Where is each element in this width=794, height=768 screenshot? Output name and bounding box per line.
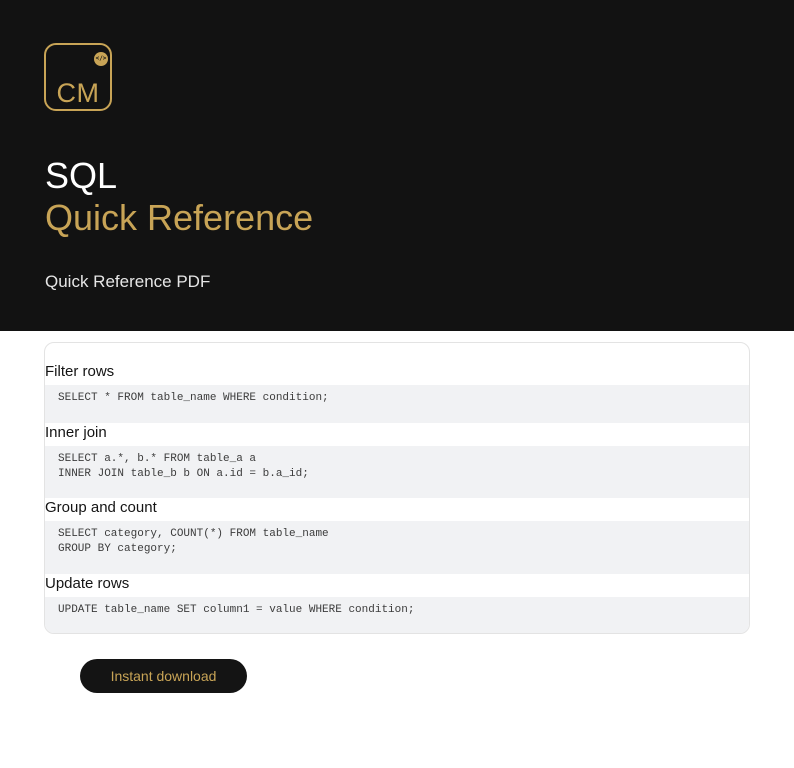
- code-block-filter: SELECT * FROM table_name WHERE condition…: [45, 385, 749, 423]
- code-line: INNER JOIN table_b b ON a.id = b.a_id;: [58, 468, 309, 480]
- brand-logo: </> CM: [44, 43, 112, 111]
- section-heading-filter: Filter rows: [45, 363, 115, 380]
- code-line: SELECT a.*, b.* FROM table_a a: [58, 453, 257, 465]
- code-block-group: SELECT category, COUNT(*) FROM table_nam…: [45, 521, 749, 574]
- hero-header: </> CM SQL Quick Reference Quick Referen…: [0, 0, 794, 331]
- code-line: GROUP BY category;: [58, 543, 177, 555]
- logo-text: CM: [56, 78, 100, 108]
- reference-card: Filter rows SELECT * FROM table_name WHE…: [44, 342, 750, 634]
- page-title: SQL: [45, 155, 118, 196]
- section-heading-update: Update rows: [45, 575, 130, 592]
- code-block-join: SELECT a.*, b.* FROM table_a a INNER JOIN…: [45, 446, 749, 498]
- code-line: SELECT category, COUNT(*) FROM table_nam…: [58, 528, 329, 540]
- code-block-update: UPDATE table_name SET column1 = value WH…: [45, 597, 749, 633]
- page-title-accent: Quick Reference: [45, 197, 314, 238]
- page-subtitle: Quick Reference PDF: [45, 272, 211, 291]
- code-line: UPDATE table_name SET column1 = value WH…: [58, 604, 415, 616]
- section-heading-group: Group and count: [45, 499, 157, 516]
- code-line: SELECT * FROM table_name WHERE condition…: [58, 392, 329, 404]
- instant-download-button[interactable]: Instant download: [80, 659, 247, 693]
- code-badge-icon: </>: [94, 52, 108, 66]
- section-heading-join: Inner join: [45, 424, 107, 441]
